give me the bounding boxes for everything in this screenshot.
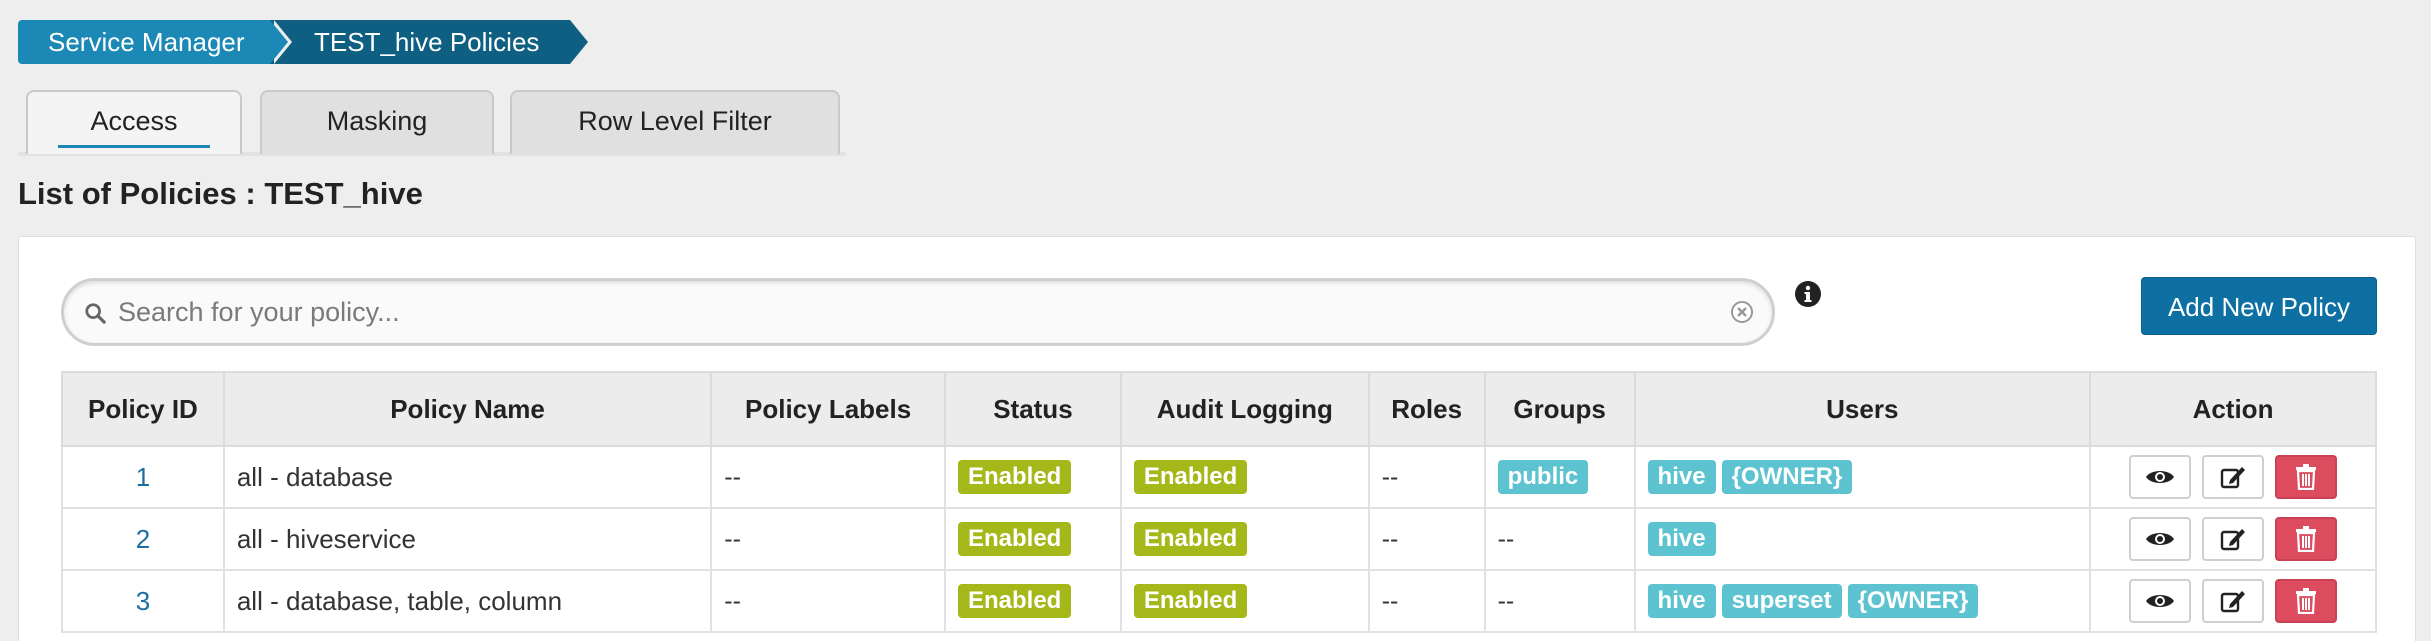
tab-access[interactable]: Access [26,90,242,154]
policy-id-link[interactable]: 1 [61,445,225,509]
status-badge: Enabled [957,460,1072,494]
group-tag: public [1497,460,1589,494]
view-policy-button[interactable] [2129,517,2192,561]
policies-table: Policy ID Policy Name Policy Labels Stat… [61,371,2377,633]
user-tag: hive [1647,460,1716,494]
table-row: 2 all - hiveservice -- Enabled Enabled -… [61,507,2377,571]
column-header[interactable]: Policy Name [222,371,713,447]
user-tag: {OWNER} [1721,460,1853,494]
tab-masking[interactable]: Masking [260,90,494,154]
user-tag: superset [1721,584,1842,618]
tab-row-level-filter[interactable]: Row Level Filter [510,90,840,154]
user-tag: hive [1647,522,1716,556]
edit-policy-button[interactable] [2202,455,2264,499]
row-actions [2089,507,2377,571]
column-header: Audit Logging [1119,371,1370,447]
active-tab-indicator [58,145,210,148]
column-header[interactable]: Policy ID [61,371,225,447]
column-header: Roles [1367,371,1486,447]
audit-logging-badge: Enabled [1133,460,1248,494]
view-policy-button[interactable] [2129,579,2192,623]
add-new-policy-button[interactable]: Add New Policy [2141,277,2377,335]
groups: -- [1483,507,1636,571]
search-box[interactable] [61,278,1775,346]
info-icon[interactable] [1794,280,1822,308]
edit-policy-button[interactable] [2202,517,2264,561]
policy-name: all - database [222,445,713,509]
breadcrumb-test-hive-policies[interactable]: TEST_hive Policies [270,20,588,64]
policy-name: all - hiveservice [222,507,713,571]
status-badge: Enabled [957,584,1072,618]
edit-icon [2220,467,2245,489]
policy-labels: -- [710,507,946,571]
policy-id-link[interactable]: 3 [61,569,225,633]
column-header: Users [1633,371,2092,447]
groups: -- [1483,569,1636,633]
trash-icon [2295,588,2316,614]
tab-access-label: Access [90,106,178,136]
policy-name: all - database, table, column [222,569,713,633]
search-input[interactable] [118,291,1678,333]
policies-panel: Add New Policy Policy ID Policy Name Pol… [18,236,2416,641]
delete-policy-button[interactable] [2274,517,2337,561]
column-header: Policy Labels [710,371,946,447]
policy-id-link[interactable]: 2 [61,507,225,571]
trash-icon [2295,526,2316,552]
policy-labels: -- [710,569,946,633]
table-header-row: Policy ID Policy Name Policy Labels Stat… [61,371,2377,447]
tab-masking-label: Masking [326,106,428,136]
column-header: Groups [1483,371,1636,447]
roles: -- [1367,507,1486,571]
eye-icon [2146,595,2175,607]
roles: -- [1367,445,1486,509]
breadcrumb: Service Manager TEST_hive Policies [18,20,588,64]
eye-icon [2146,533,2175,545]
edit-icon [2220,529,2245,551]
status-badge: Enabled [957,522,1072,556]
breadcrumb-service-manager[interactable]: Service Manager [18,20,292,64]
user-tag: {OWNER} [1847,584,1979,618]
row-actions [2089,445,2377,509]
row-actions [2089,569,2377,633]
table-row: 1 all - database -- Enabled Enabled -- p… [61,445,2377,509]
trash-icon [2295,464,2316,490]
delete-policy-button[interactable] [2274,455,2337,499]
tab-row-level-filter-label: Row Level Filter [578,106,772,136]
edit-icon [2220,591,2245,613]
search-icon [85,303,106,324]
column-header: Action [2089,371,2377,447]
eye-icon [2146,471,2175,483]
clear-search-icon[interactable] [1730,300,1754,324]
policy-type-tabs: Access Masking Row Level Filter [18,90,846,156]
table-row: 3 all - database, table, column -- Enabl… [61,569,2377,633]
audit-logging-badge: Enabled [1133,522,1248,556]
delete-policy-button[interactable] [2274,579,2337,623]
roles: -- [1367,569,1486,633]
column-header: Status [943,371,1122,447]
user-tag: hive [1647,584,1716,618]
policy-labels: -- [710,445,946,509]
page-title: List of Policies : TEST_hive [18,176,423,211]
view-policy-button[interactable] [2129,455,2192,499]
audit-logging-badge: Enabled [1133,584,1248,618]
edit-policy-button[interactable] [2202,579,2264,623]
